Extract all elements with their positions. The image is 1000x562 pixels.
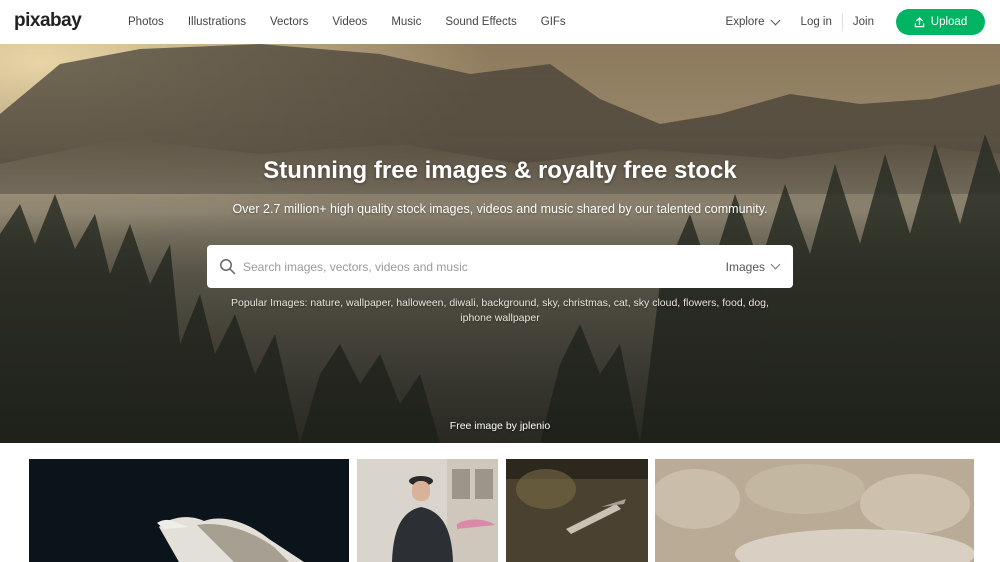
seagull-image — [157, 517, 304, 562]
plane-image — [506, 459, 648, 562]
popular-images[interactable]: Popular Images: nature, wallpaper, hallo… — [220, 296, 780, 326]
nav-illustrations[interactable]: Illustrations — [188, 16, 246, 28]
upload-icon — [914, 16, 925, 27]
chevron-down-icon — [770, 259, 781, 270]
nav-photos[interactable]: Photos — [128, 16, 164, 28]
man-image — [392, 459, 498, 562]
hero-background-image — [0, 44, 1000, 443]
header-divider — [841, 13, 843, 31]
upload-button[interactable]: Upload — [896, 9, 985, 35]
explore-menu[interactable]: Explore — [725, 15, 780, 28]
hero-section: Stunning free images & royalty free stoc… — [0, 44, 1000, 443]
wool-image — [655, 459, 974, 562]
search-icon[interactable] — [219, 258, 236, 275]
hero-subtitle: Over 2.7 million+ high quality stock ima… — [232, 202, 768, 216]
pixabay-logo[interactable]: pixabay — [14, 10, 82, 32]
join-link[interactable]: Join — [853, 16, 874, 28]
header-actions: Explore Log in Join Upload — [726, 0, 985, 44]
hero-title: Stunning free images & royalty free stoc… — [263, 157, 737, 184]
search-input[interactable] — [243, 245, 713, 288]
explore-label: Explore — [725, 16, 765, 28]
gallery-image-man[interactable] — [357, 459, 498, 562]
login-link[interactable]: Log in — [801, 16, 832, 28]
gallery-image-plane[interactable] — [506, 459, 648, 562]
main-nav: Photos Illustrations Vectors Videos Musi… — [128, 0, 590, 44]
upload-label: Upload — [930, 16, 968, 28]
nav-vectors[interactable]: Vectors — [270, 16, 308, 28]
image-credit[interactable]: Free image by jplenio — [0, 420, 1000, 432]
gallery-image-seagull[interactable] — [29, 459, 349, 562]
top-navigation-bar: pixabay Photos Illustrations Vectors Vid… — [0, 0, 1000, 44]
nav-gifs[interactable]: GIFs — [541, 16, 566, 28]
gallery-image-wool[interactable] — [655, 459, 974, 562]
search-type-dropdown[interactable]: Images — [725, 245, 781, 288]
nav-music[interactable]: Music — [391, 16, 421, 28]
nav-sound-effects[interactable]: Sound Effects — [445, 16, 516, 28]
nav-videos[interactable]: Videos — [332, 16, 367, 28]
search-bar: Images — [207, 245, 793, 288]
image-gallery — [0, 443, 1000, 562]
search-type-label: Images — [725, 259, 765, 274]
chevron-down-icon — [770, 15, 780, 25]
